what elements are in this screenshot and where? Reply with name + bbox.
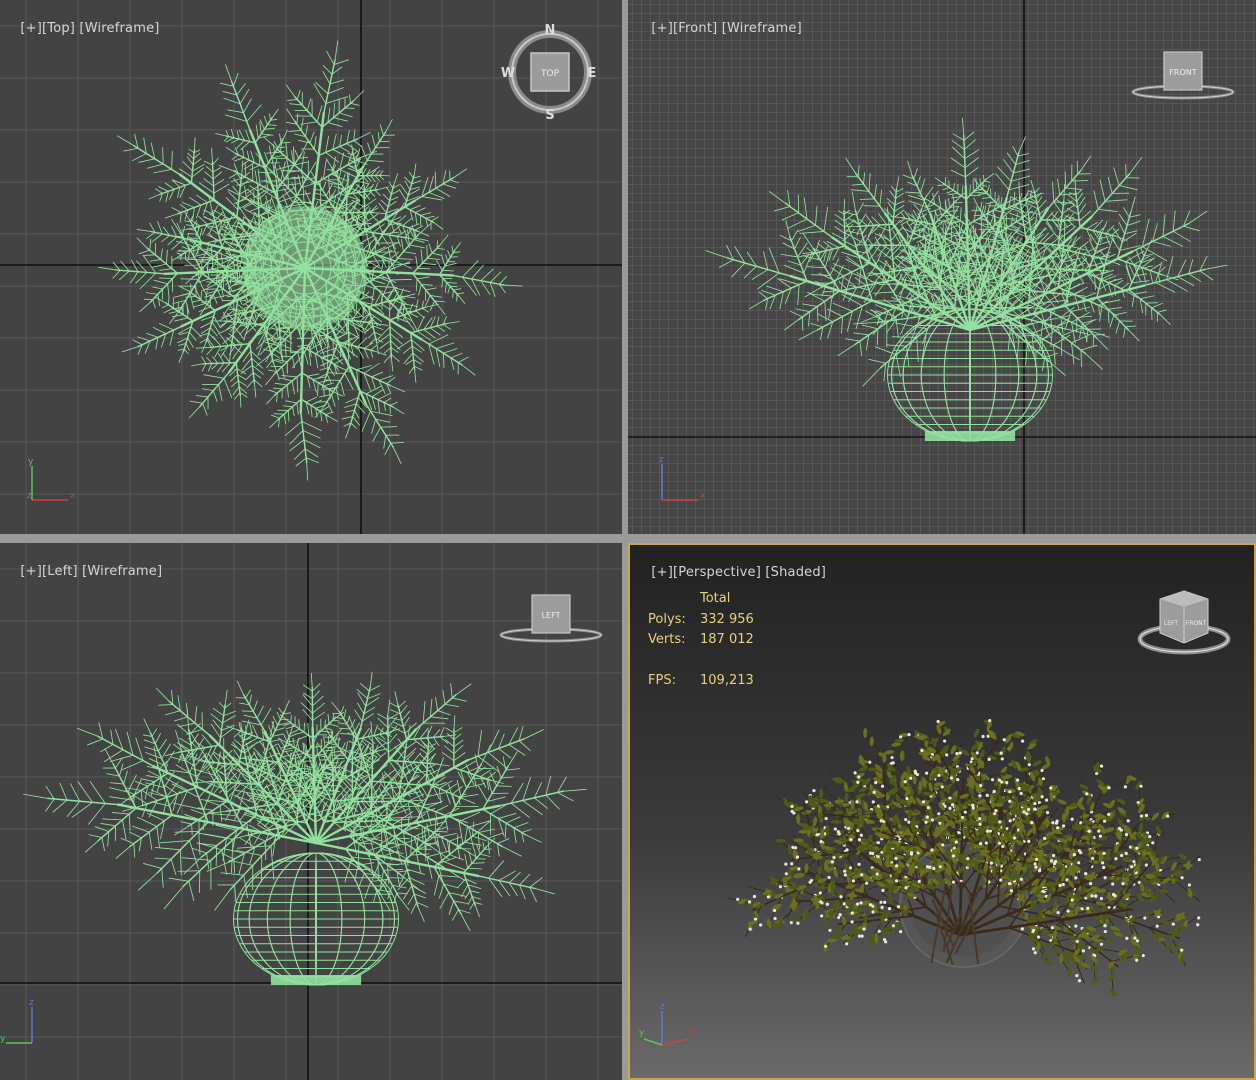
viewport-front-label: [+][Front] [Wireframe]	[634, 6, 802, 51]
shading-mode-button[interactable]: [Wireframe]	[82, 564, 162, 579]
viewcube-face-label[interactable]: FRONT	[1169, 68, 1196, 77]
axis-z-label: z	[660, 1002, 665, 1012]
fps-value: 109,213	[700, 673, 754, 688]
compass-east-label[interactable]: E	[588, 66, 597, 81]
viewport-perspective[interactable]: [+][Perspective] [Shaded] Total Polys: 33…	[628, 543, 1256, 1080]
axis-z-label: z	[29, 998, 34, 1008]
viewport-top[interactable]: [+][Top] [Wireframe] TOP N S E W x y z	[0, 0, 622, 534]
verts-label: Verts:	[648, 632, 686, 647]
viewport-menu-button[interactable]: [+]	[20, 564, 42, 579]
axis-tripod-icon: z y	[0, 998, 34, 1044]
axis-z-label: z	[659, 455, 664, 465]
view-name-button[interactable]: [Perspective]	[673, 565, 761, 580]
viewport-menu-button[interactable]: [+]	[651, 21, 673, 36]
verts-value: 187 012	[700, 632, 754, 647]
axis-tripod-icon: x y z	[27, 457, 76, 501]
axis-y-label: y	[0, 1034, 6, 1044]
viewcube-icon[interactable]: LEFT	[496, 591, 606, 647]
shading-mode-button[interactable]: [Shaded]	[765, 565, 826, 580]
polys-value: 332 956	[700, 611, 754, 627]
plant-wireframe-top	[98, 40, 523, 481]
axis-y-label: y	[639, 1028, 645, 1038]
view-name-button[interactable]: [Top]	[42, 21, 75, 36]
axis-y-label: y	[28, 457, 34, 467]
shading-mode-button[interactable]: [Wireframe]	[722, 21, 802, 36]
axis-x-label: x	[700, 491, 706, 501]
shading-mode-button[interactable]: [Wireframe]	[79, 21, 159, 36]
axis-tripod-icon: x z	[659, 455, 706, 501]
compass-north-label[interactable]: N	[545, 23, 556, 38]
axis-tripod-icon: z x y	[639, 1002, 694, 1046]
viewcube-icon[interactable]: LEFT FRONT	[1134, 589, 1234, 661]
stats-header: Total	[700, 591, 731, 606]
compass-south-label[interactable]: S	[545, 108, 554, 123]
view-name-button[interactable]: [Front]	[673, 21, 717, 36]
fps-label: FPS:	[648, 673, 676, 688]
viewcube-icon[interactable]: FRONT	[1128, 48, 1238, 104]
axis-x-label: x	[688, 1028, 694, 1038]
viewcube-face-label[interactable]: TOP	[540, 69, 560, 79]
polys-label: Polys:	[648, 611, 686, 627]
statistics-overlay: Total Polys: 332 956 Verts: 187 012 FPS: 10…	[648, 589, 754, 692]
axis-z-label: z	[27, 491, 32, 501]
viewport-left[interactable]: [+][Left] [Wireframe] LEFT z y	[0, 543, 622, 1080]
viewport-top-label: [+][Top] [Wireframe]	[3, 6, 160, 51]
viewport-menu-button[interactable]: [+]	[651, 565, 673, 580]
viewport-front[interactable]: [+][Front] [Wireframe] FRONT x z	[628, 0, 1256, 534]
viewcube-front-face-label[interactable]: FRONT	[1186, 620, 1207, 627]
viewcube-left-face-label[interactable]: LEFT	[1164, 620, 1178, 627]
compass-west-label[interactable]: W	[501, 66, 515, 81]
viewcube-compass-icon[interactable]: TOP N S E W	[498, 22, 602, 126]
plant-shaded-perspective	[727, 712, 1201, 997]
view-name-button[interactable]: [Left]	[42, 564, 78, 579]
axis-x-label: x	[70, 491, 76, 501]
viewport-left-label: [+][Left] [Wireframe]	[3, 549, 162, 594]
viewcube-face-label[interactable]: LEFT	[542, 611, 561, 620]
viewport-menu-button[interactable]: [+]	[20, 21, 42, 36]
